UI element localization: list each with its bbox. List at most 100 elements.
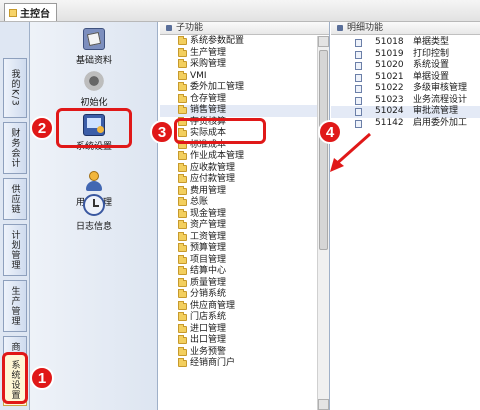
- step-number: 3: [157, 123, 167, 141]
- detail-name: 多级审核管理: [413, 83, 468, 93]
- highlight-system-settings-tab: [2, 352, 28, 404]
- annotation-arrow: [330, 132, 371, 172]
- subfunction-item-label: 门店系统: [190, 312, 227, 322]
- nav-tab-my-k3[interactable]: 我的K/3: [3, 58, 27, 118]
- detail-code: 51024: [375, 106, 404, 116]
- subfunction-item-label: 应收款管理: [190, 162, 236, 173]
- subfunction-item[interactable]: VMI: [160, 70, 329, 83]
- nav-tab-finance[interactable]: 财务会计: [3, 122, 27, 174]
- folder-icon: [178, 300, 187, 310]
- subfunction-item[interactable]: 工资管理: [160, 231, 329, 244]
- detail-row[interactable]: 51021 单据设置: [331, 72, 480, 84]
- subfunction-item[interactable]: 委外加工管理: [160, 82, 329, 94]
- step-badge-1: 1: [30, 366, 54, 390]
- subfunction-item-label: 总账: [190, 197, 209, 207]
- subfunction-item[interactable]: 结算中心: [160, 266, 329, 278]
- folder-icon: [178, 208, 187, 218]
- detail-name: 系统设置: [413, 60, 450, 70]
- tab-main-console-label: 主控台: [20, 9, 50, 20]
- subfunction-item-label: 销售管理: [190, 105, 227, 115]
- subfunction-item[interactable]: 分销系统: [160, 289, 329, 301]
- subfunction-item[interactable]: 作业成本管理: [160, 151, 329, 163]
- subfunction-item[interactable]: 应付款管理: [160, 174, 329, 186]
- subfunction-item-label: 分销系统: [190, 289, 227, 299]
- subfunction-item-label: 业务预警: [190, 346, 227, 357]
- subfunction-item-label: 现金管理: [190, 208, 227, 219]
- nav-tab-label: 财务会计: [9, 128, 20, 168]
- detail-row[interactable]: 51023 业务流程设计: [331, 95, 480, 107]
- subfunction-item[interactable]: 门店系统: [160, 312, 329, 324]
- basic-data-icon: [83, 28, 105, 50]
- subfunction-item-label: 质量管理: [190, 277, 227, 288]
- tab-main-console[interactable]: 主控台: [4, 3, 57, 21]
- subfunction-item-label: 系统参数配置: [190, 36, 245, 46]
- nav-tab-production[interactable]: 生产管理: [3, 280, 27, 332]
- subfunction-item-label: 采购管理: [190, 59, 227, 69]
- subfunction-item[interactable]: 业务预警: [160, 346, 329, 359]
- subfunction-item[interactable]: 总账: [160, 197, 329, 209]
- subfunction-item[interactable]: 质量管理: [160, 277, 329, 290]
- clock-log-icon: [83, 194, 105, 216]
- subfunction-item-label: VMI: [190, 70, 207, 81]
- func-label: 初始化: [80, 98, 108, 108]
- subfunction-item[interactable]: 销售管理: [160, 105, 329, 117]
- detail-row[interactable]: 51018 单据类型: [331, 37, 480, 49]
- detail-row[interactable]: 51024 审批流管理: [331, 106, 480, 118]
- subfunction-item[interactable]: 应收款管理: [160, 162, 329, 175]
- folder-icon: [178, 82, 187, 91]
- subfunction-item-label: 出口管理: [190, 335, 227, 345]
- detail-row[interactable]: 51019 打印控制: [331, 49, 480, 61]
- subfunction-item[interactable]: 预算管理: [160, 243, 329, 255]
- subfunction-panel: 子功能 系统参数配置 生产管理 采购管理 VMI 委外加工管理 仓存管理 销售管理 存货核算实…: [160, 22, 330, 410]
- console-icon: [9, 8, 17, 17]
- nav-tab-planning[interactable]: 计划管理: [3, 224, 27, 276]
- folder-icon: [178, 266, 187, 275]
- subfunction-item[interactable]: 采购管理: [160, 59, 329, 71]
- header-bullet-icon: [337, 25, 343, 31]
- scroll-up-arrow-icon[interactable]: [318, 36, 329, 47]
- nav-tab-supply-chain[interactable]: 供应链: [3, 178, 27, 220]
- detail-row[interactable]: 51020 系统设置: [331, 60, 480, 72]
- user-icon: [83, 170, 105, 192]
- subfunction-item-label: 仓存管理: [190, 93, 227, 104]
- subfunction-header: 子功能: [160, 22, 329, 35]
- highlight-sales-management: [174, 118, 266, 144]
- document-icon: [355, 50, 362, 59]
- detail-name: 业务流程设计: [413, 94, 468, 105]
- document-icon: [355, 119, 362, 128]
- subfunction-item[interactable]: 生产管理: [160, 47, 329, 60]
- subfunction-item[interactable]: 系统参数配置: [160, 36, 329, 48]
- function-list: 基础资料 初始化 系统设置 用户管理 日志信息: [30, 22, 158, 410]
- subfunction-item[interactable]: 供应商管理: [160, 300, 329, 313]
- subfunction-item[interactable]: 进口管理: [160, 323, 329, 336]
- detail-name: 启用委外加工: [413, 117, 468, 128]
- detail-name: 单据设置: [413, 71, 450, 82]
- scroll-down-arrow-icon[interactable]: [318, 399, 329, 410]
- subfunction-item[interactable]: 仓存管理: [160, 93, 329, 106]
- detail-code: 51023: [375, 94, 404, 105]
- document-icon: [355, 73, 362, 82]
- subfunction-item[interactable]: 现金管理: [160, 208, 329, 221]
- subfunction-item[interactable]: 出口管理: [160, 335, 329, 347]
- subfunction-item-label: 进口管理: [190, 323, 227, 334]
- detail-row[interactable]: 51022 多级审核管理: [331, 83, 480, 95]
- subfunction-scrollbar[interactable]: [317, 36, 329, 410]
- subfunction-item[interactable]: 项目管理: [160, 254, 329, 267]
- subfunction-list: 系统参数配置 生产管理 采购管理 VMI 委外加工管理 仓存管理 销售管理 存货核算 实际成本标…: [160, 35, 329, 370]
- step-badge-2: 2: [30, 116, 54, 140]
- nav-tab-label: 供应链: [9, 184, 20, 214]
- document-icon: [355, 96, 362, 105]
- func-initialization[interactable]: 初始化: [30, 70, 158, 108]
- func-basic-data[interactable]: 基础资料: [30, 28, 158, 66]
- folder-icon: [178, 243, 187, 252]
- folder-icon: [178, 231, 187, 241]
- subfunction-item[interactable]: 资产管理: [160, 220, 329, 232]
- folder-icon: [178, 197, 187, 206]
- subfunction-item[interactable]: 费用管理: [160, 185, 329, 198]
- subfunction-item-label: 供应商管理: [190, 300, 236, 311]
- subfunction-item[interactable]: 经销商门户: [160, 358, 329, 370]
- nav-tab-label: 我的K/3: [9, 69, 20, 107]
- document-icon: [355, 62, 362, 70]
- subfunction-item-label: 委外加工管理: [190, 82, 245, 92]
- func-log-info[interactable]: 日志信息: [30, 194, 158, 232]
